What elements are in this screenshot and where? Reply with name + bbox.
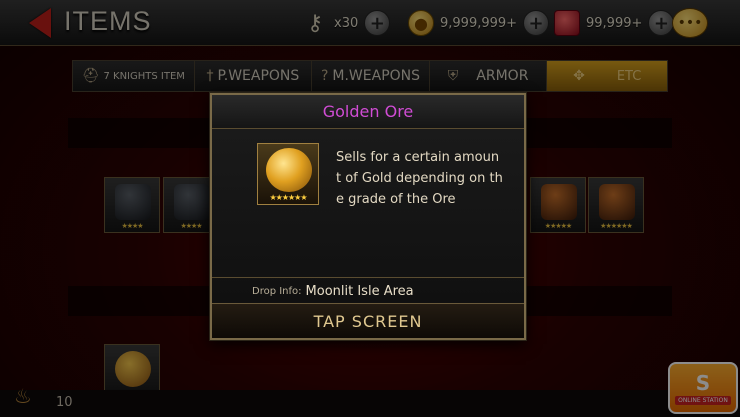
grade-stars: ★★★★★★ [269, 193, 307, 202]
drop-info-value: Moonlit Isle Area [305, 284, 414, 299]
item-description: Sells for a certain amount of Gold depen… [336, 150, 503, 207]
drop-info-row: Drop Info: Moonlit Isle Area [212, 277, 524, 305]
tap-screen-button[interactable]: TAP SCREEN [212, 303, 524, 338]
drop-info-label: Drop Info: [252, 286, 302, 297]
item-icon-frame: ★★★★★★ [257, 143, 319, 205]
item-info-modal[interactable]: Golden Ore ★★★★★★ Sells for a certain am… [210, 93, 526, 340]
golden-ore-icon [266, 148, 312, 192]
item-name: Golden Ore [212, 95, 524, 129]
